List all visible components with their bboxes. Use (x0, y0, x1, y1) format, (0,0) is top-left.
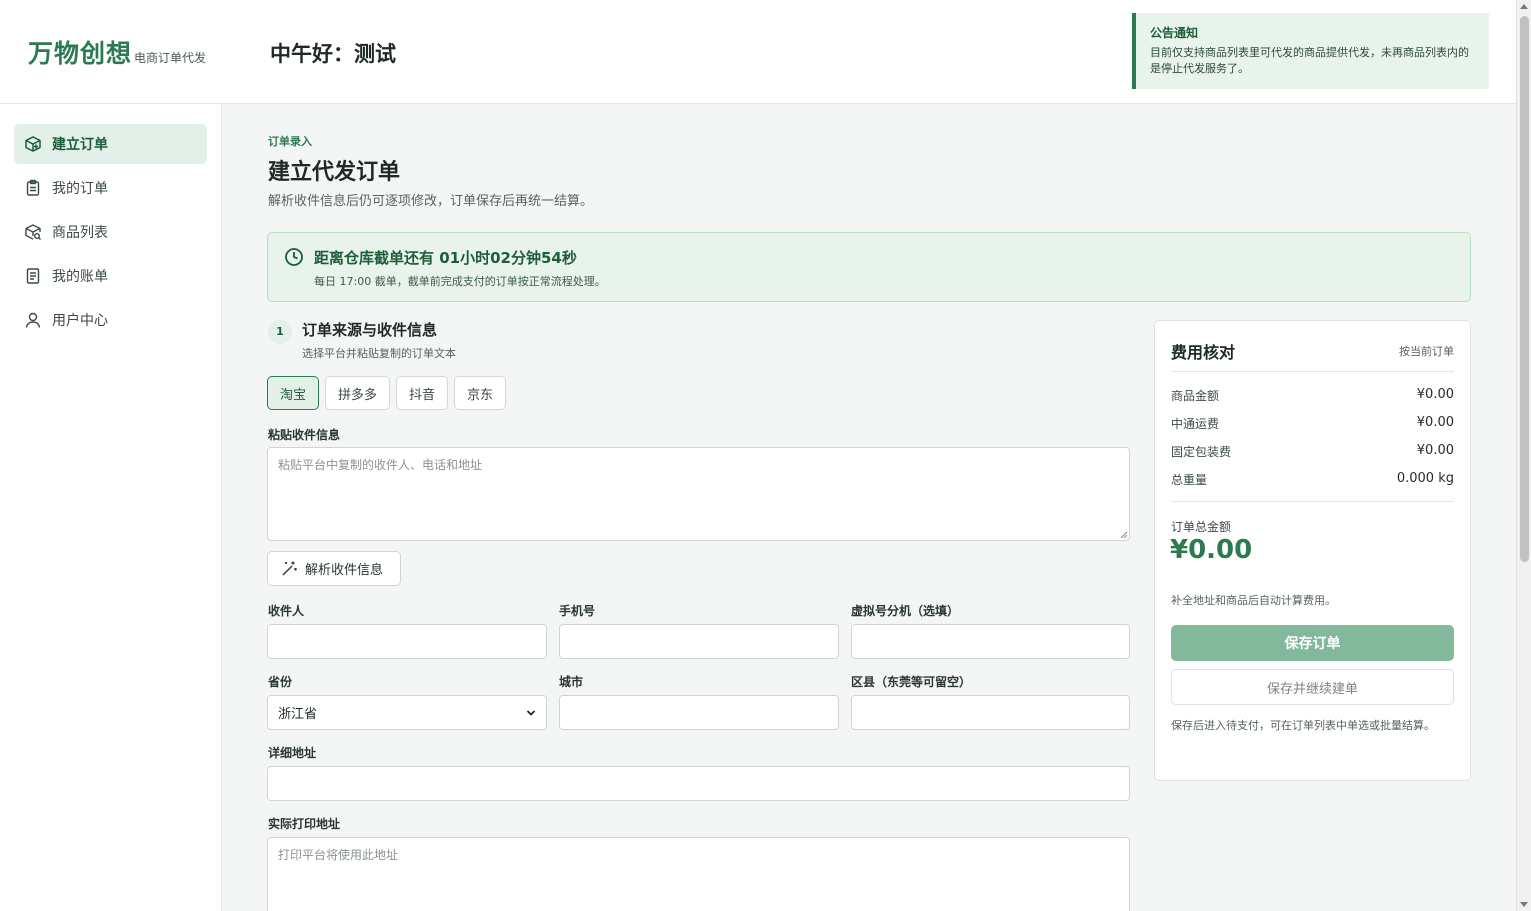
sidebar-item-products[interactable]: 商品列表 (14, 212, 207, 252)
fee-row-label: 总重量 (1171, 473, 1208, 487)
phone-input[interactable] (559, 624, 839, 659)
user-icon (24, 311, 42, 329)
fee-row-label: 商品金额 (1171, 389, 1220, 403)
sidebar: 建立订单 我的订单 商品列表 我的账单 用户中心 (0, 104, 222, 911)
clipboard-icon (24, 179, 42, 197)
fee-row-shipping: 中通运费 ¥0.00 (1171, 415, 1454, 432)
fee-row-packaging: 固定包装费 ¥0.00 (1171, 443, 1454, 460)
page-title: 建立代发订单 (268, 160, 401, 185)
divider (1171, 501, 1454, 502)
extension-label: 虚拟号分机（选填） (851, 604, 960, 618)
step-number-badge: 1 (268, 320, 292, 344)
sidebar-item-user-center[interactable]: 用户中心 (14, 300, 207, 340)
sidebar-item-create-order[interactable]: 建立订单 (14, 124, 207, 164)
notice-title: 公告通知 (1150, 26, 1199, 40)
paste-info-textarea[interactable]: 粘贴平台中复制的收件人、电话和地址 (267, 447, 1130, 541)
recipient-input[interactable] (267, 624, 547, 659)
notice-banner: 公告通知 目前仅支持商品列表里可代发的商品提供代发，未再商品列表内的是停止代发服… (1132, 13, 1489, 89)
print-address-label: 实际打印地址 (268, 817, 341, 831)
print-address-placeholder: 打印平台将使用此地址 (278, 848, 399, 862)
chevron-down-icon (526, 709, 536, 716)
fee-card-note: 按当前订单 (1399, 345, 1454, 358)
step-subtitle: 选择平台并粘贴复制的订单文本 (302, 347, 456, 360)
divider (1171, 371, 1454, 372)
city-input[interactable] (559, 695, 839, 730)
resize-grip-icon[interactable] (1119, 530, 1127, 538)
scrollbar-thumb[interactable] (1520, 16, 1529, 562)
province-select[interactable]: 浙江省 (267, 695, 547, 730)
page-scrollbar[interactable] (1516, 0, 1531, 911)
brand-subtitle: 电商订单代发 (134, 51, 207, 65)
phone-label: 手机号 (559, 604, 596, 618)
print-address-textarea[interactable]: 打印平台将使用此地址 (267, 837, 1130, 911)
box-plus-icon (24, 135, 42, 153)
platform-button-douyin[interactable]: 抖音 (396, 376, 449, 410)
platform-selector: 淘宝 拼多多 抖音 京东 (267, 376, 512, 410)
fee-card-title: 费用核对 (1171, 343, 1236, 362)
fee-row-value: 0.000 kg (1396, 471, 1454, 486)
platform-button-jd[interactable]: 京东 (454, 376, 507, 410)
extension-input[interactable] (851, 624, 1130, 659)
parse-info-button[interactable]: 解析收件信息 (267, 551, 401, 586)
main-content: 订单录入 建立代发订单 解析收件信息后仍可逐项修改，订单保存后再统一结算。 距离… (222, 104, 1516, 911)
sidebar-item-label: 我的账单 (52, 269, 108, 285)
district-input[interactable] (851, 695, 1130, 730)
clock-icon (285, 248, 303, 266)
fee-row-label: 固定包装费 (1171, 445, 1232, 459)
parse-info-button-label: 解析收件信息 (305, 563, 384, 578)
sidebar-item-label: 商品列表 (52, 225, 108, 241)
page-description: 解析收件信息后仍可逐项修改，订单保存后再统一结算。 (268, 194, 594, 209)
sidebar-item-bills[interactable]: 我的账单 (14, 256, 207, 296)
paste-info-label: 粘贴收件信息 (268, 428, 341, 442)
box-search-icon (24, 223, 42, 241)
fee-hint-text: 补全地址和商品后自动计算费用。 (1171, 594, 1336, 607)
sidebar-item-label: 建立订单 (52, 137, 108, 153)
fee-row-label: 中通运费 (1171, 417, 1220, 431)
sidebar-item-label: 用户中心 (52, 313, 108, 329)
city-label: 城市 (559, 675, 584, 689)
scroll-up-arrow-icon[interactable] (1520, 4, 1528, 9)
order-total-label: 订单总金额 (1171, 520, 1232, 534)
top-header: 万物创想 电商订单代发 中午好：测试 公告通知 目前仅支持商品列表里可代发的商品… (0, 0, 1516, 104)
sidebar-item-my-orders[interactable]: 我的订单 (14, 168, 207, 208)
district-label: 区县（东莞等可留空） (851, 675, 972, 689)
scroll-down-arrow-icon[interactable] (1520, 902, 1528, 907)
save-and-continue-button[interactable]: 保存并继续建单 (1171, 669, 1454, 705)
countdown-title: 距离仓库截单还有 01小时02分钟54秒 (314, 249, 577, 267)
fee-footer-text: 保存后进入待支付，可在订单列表中单选或批量结算。 (1171, 719, 1435, 732)
fee-row-value: ¥0.00 (1416, 387, 1454, 402)
cutoff-countdown-banner: 距离仓库截单还有 01小时02分钟54秒 每日 17:00 截单，截单前完成支付… (267, 232, 1471, 302)
recipient-label: 收件人 (268, 604, 305, 618)
address-label: 详细地址 (268, 746, 317, 760)
sidebar-item-label: 我的订单 (52, 181, 108, 197)
notice-text: 目前仅支持商品列表里可代发的商品提供代发，未再商品列表内的是停止代发服务了。 (1150, 46, 1469, 75)
province-label: 省份 (268, 675, 293, 689)
greeting-text: 中午好：测试 (270, 42, 396, 66)
order-total-value: ¥0.00 (1170, 535, 1253, 565)
magic-wand-icon (282, 561, 297, 576)
platform-button-pinduoduo[interactable]: 拼多多 (325, 376, 391, 410)
step-title: 订单来源与收件信息 (302, 321, 438, 339)
fee-row-value: ¥0.00 (1416, 443, 1454, 458)
brand-name: 万物创想 (28, 39, 133, 68)
fee-row-goods: 商品金额 ¥0.00 (1171, 387, 1454, 404)
platform-button-taobao[interactable]: 淘宝 (267, 376, 320, 410)
fee-row-value: ¥0.00 (1416, 415, 1454, 430)
province-select-value: 浙江省 (278, 707, 318, 722)
fee-summary-card: 费用核对 按当前订单 商品金额 ¥0.00 中通运费 ¥0.00 固定包装费 ¥… (1154, 320, 1471, 781)
document-icon (24, 267, 42, 285)
save-order-button[interactable]: 保存订单 (1171, 625, 1454, 661)
detailed-address-input[interactable] (267, 766, 1130, 801)
brand-logo[interactable]: 万物创想 电商订单代发 (28, 34, 206, 70)
countdown-subtitle: 每日 17:00 截单，截单前完成支付的订单按正常流程处理。 (314, 275, 606, 288)
page-eyebrow: 订单录入 (268, 135, 312, 148)
fee-row-weight: 总重量 0.000 kg (1171, 471, 1454, 488)
paste-info-placeholder: 粘贴平台中复制的收件人、电话和地址 (278, 458, 483, 472)
